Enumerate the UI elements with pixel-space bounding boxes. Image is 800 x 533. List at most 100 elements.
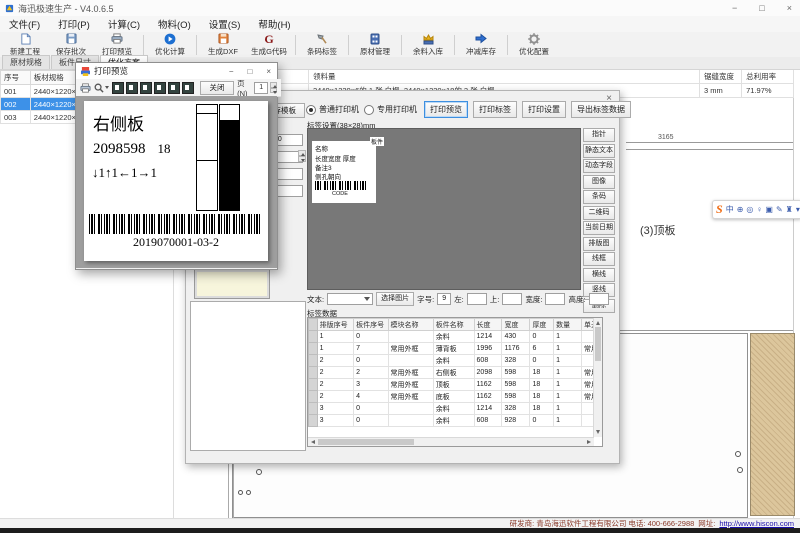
template-barcode[interactable] — [315, 181, 369, 190]
preview-close-cmd-button[interactable]: 关闭(C) — [200, 81, 234, 95]
designer-tool-button[interactable]: 二维码 — [583, 206, 615, 220]
kerf-value: 3 mm — [700, 84, 742, 98]
stock-reduce-button[interactable]: 冲减库存 — [458, 33, 504, 57]
normal-printer-radio[interactable]: 普通打印机 — [306, 104, 359, 115]
designer-tool-button[interactable]: 条码 — [583, 190, 615, 204]
label-data-row[interactable]: 10 余料1214430 01 卧 — [309, 331, 604, 343]
field-holes[interactable]: 侧孔朝向 — [315, 171, 341, 181]
optimize-calc-button[interactable]: 优化计算 — [147, 33, 193, 57]
capture-tool-icon[interactable]: 中 — [726, 206, 734, 214]
page-layout-icon[interactable] — [168, 82, 180, 94]
preview-minimize-button[interactable]: − — [229, 67, 234, 76]
zoom-icon[interactable] — [94, 83, 109, 93]
barcode-label-button[interactable]: 条码标签 — [299, 33, 345, 57]
label-data-row[interactable]: 23常用外框 顶板1162598 181常用外框 客 — [309, 379, 604, 391]
optimize-config-button[interactable]: 优化配置 — [511, 33, 557, 57]
label-data-row[interactable]: 22常用外框 右侧板2098598 181常用外框 客 — [309, 367, 604, 379]
close-button[interactable]: × — [787, 3, 792, 13]
copies-spinner[interactable] — [298, 150, 306, 162]
scrap-instock-button[interactable]: 余料入库 — [405, 33, 451, 57]
play-circle-icon — [164, 33, 176, 45]
dialog-print-settings-button[interactable]: 打印设置 — [522, 101, 566, 118]
toolbar-separator — [143, 35, 144, 55]
page-layout-icon[interactable] — [140, 82, 152, 94]
generate-dxf-button[interactable]: 生成DXF — [200, 33, 246, 57]
page-layout-icon[interactable] — [154, 82, 166, 94]
special-printer-radio[interactable]: 专用打印机 — [364, 104, 417, 115]
field-name[interactable]: 名称 — [315, 143, 328, 153]
capture-tool-icon[interactable]: ▾ — [796, 206, 800, 214]
table-vertical-scrollbar[interactable] — [593, 318, 602, 437]
utilization-header: 总利用率 — [742, 70, 794, 84]
designer-tool-button[interactable]: 线框 — [583, 252, 615, 266]
field-code[interactable]: CODE — [332, 191, 348, 197]
menu-item[interactable]: 计算(C) — [99, 17, 149, 31]
field-part[interactable]: 板件 — [370, 137, 384, 146]
top-input[interactable] — [502, 293, 522, 305]
select-image-button[interactable]: 选择图片 — [376, 292, 414, 306]
label-data-row[interactable]: 17常用外框 薄背板19961176 61常用外框 卧 — [309, 343, 604, 355]
maximize-button[interactable]: □ — [759, 3, 764, 13]
minimize-button[interactable]: − — [732, 3, 737, 13]
view-tab[interactable]: 原材规格 — [2, 55, 50, 69]
menu-item[interactable]: 设置(S) — [200, 17, 250, 31]
label-data-row[interactable]: 24常用外框 底板1162598 181常用外框 客 — [309, 391, 604, 403]
menu-item[interactable]: 文件(F) — [0, 17, 49, 31]
print-icon[interactable] — [80, 83, 91, 93]
designer-tool-button[interactable]: 当前日期 — [583, 221, 615, 235]
window-title: 海迅极速生产 - V4.0.6.5 — [18, 2, 114, 15]
capture-tool-icon[interactable]: ♀ — [756, 206, 762, 214]
label-data-table: 排版序号板件序号 模块名称板件名称 长度宽度 厚度数量 单元柜房 10 余料12… — [307, 317, 603, 447]
title-bar: 海迅极速生产 - V4.0.6.5 − □ × — [0, 0, 800, 17]
capture-tool-icon[interactable]: ◎ — [746, 206, 753, 214]
color-swatch[interactable] — [194, 269, 270, 299]
height-input[interactable] — [589, 293, 609, 305]
designer-tool-button[interactable]: 动态字段 — [583, 159, 615, 173]
toolbar-separator — [295, 35, 296, 55]
table-horizontal-scrollbar[interactable] — [308, 437, 594, 446]
dialog-print-label-button[interactable]: 打印标签 — [473, 101, 517, 118]
capture-tool-icon[interactable]: ⊕ — [737, 206, 744, 214]
label-data-row[interactable]: 20 余料608328 01 客 — [309, 355, 604, 367]
drill-hole — [737, 467, 743, 473]
materials-col-header: 序号 — [1, 71, 31, 85]
label-data-row[interactable]: 30 余料1214328 181 客 — [309, 403, 604, 415]
height-label: 高度: — [568, 294, 585, 305]
left-input[interactable] — [467, 293, 487, 305]
capture-tool-icon[interactable]: ▣ — [765, 206, 773, 214]
menu-item[interactable]: 物料(O) — [149, 17, 200, 31]
label-design-area[interactable]: 名称 板件 长度宽度 厚度 备注3 侧孔朝向 CODE — [307, 128, 581, 290]
designer-tool-button[interactable]: 静态文本 — [583, 144, 615, 158]
font-size-input[interactable]: 9 — [437, 293, 451, 305]
export-label-data-button[interactable]: 导出标签数据 — [571, 101, 631, 118]
new-project-button[interactable]: 新建工程 — [2, 33, 48, 57]
label-data-row[interactable]: 30 余料608928 01 客 — [309, 415, 604, 427]
text-combobox[interactable] — [327, 293, 373, 305]
designer-tool-button[interactable]: 图像 — [583, 175, 615, 189]
material-manage-button[interactable]: 原材管理 — [352, 33, 398, 57]
menu-item[interactable]: 打印(P) — [49, 17, 99, 31]
page-number-input[interactable]: 1 — [254, 82, 268, 94]
template-listbox[interactable] — [190, 301, 306, 451]
designer-tool-button[interactable]: 指针 — [583, 128, 615, 142]
page-spinner[interactable] — [270, 82, 277, 93]
label-template[interactable]: 名称 板件 长度宽度 厚度 备注3 侧孔朝向 CODE — [312, 141, 376, 203]
page-layout-icon[interactable] — [112, 82, 124, 94]
menu-item[interactable]: 帮助(H) — [249, 17, 299, 31]
toolbar-separator — [507, 35, 508, 55]
designer-tool-button[interactable]: 横线 — [583, 268, 615, 282]
axe-tool-icon — [316, 33, 328, 45]
preview-maximize-button[interactable]: □ — [247, 67, 252, 76]
page-layout-icon[interactable] — [182, 82, 194, 94]
page-layout-icon[interactable] — [126, 82, 138, 94]
capture-tool-icon[interactable]: ♜ — [786, 206, 793, 214]
save-batch-button[interactable]: 保存批次 — [48, 33, 94, 57]
designer-tool-button[interactable]: 排版图 — [583, 237, 615, 251]
generate-gcode-button[interactable]: G 生成G代码 — [246, 33, 292, 57]
preview-close-button[interactable]: × — [266, 67, 271, 76]
vendor-link[interactable]: http://www.hiscon.com — [719, 519, 794, 528]
print-preview-button[interactable]: 打印预览 — [94, 33, 140, 57]
capture-tool-icon[interactable]: ✎ — [776, 206, 783, 214]
dialog-print-preview-button[interactable]: 打印预览 — [424, 101, 468, 118]
width-input[interactable] — [545, 293, 565, 305]
